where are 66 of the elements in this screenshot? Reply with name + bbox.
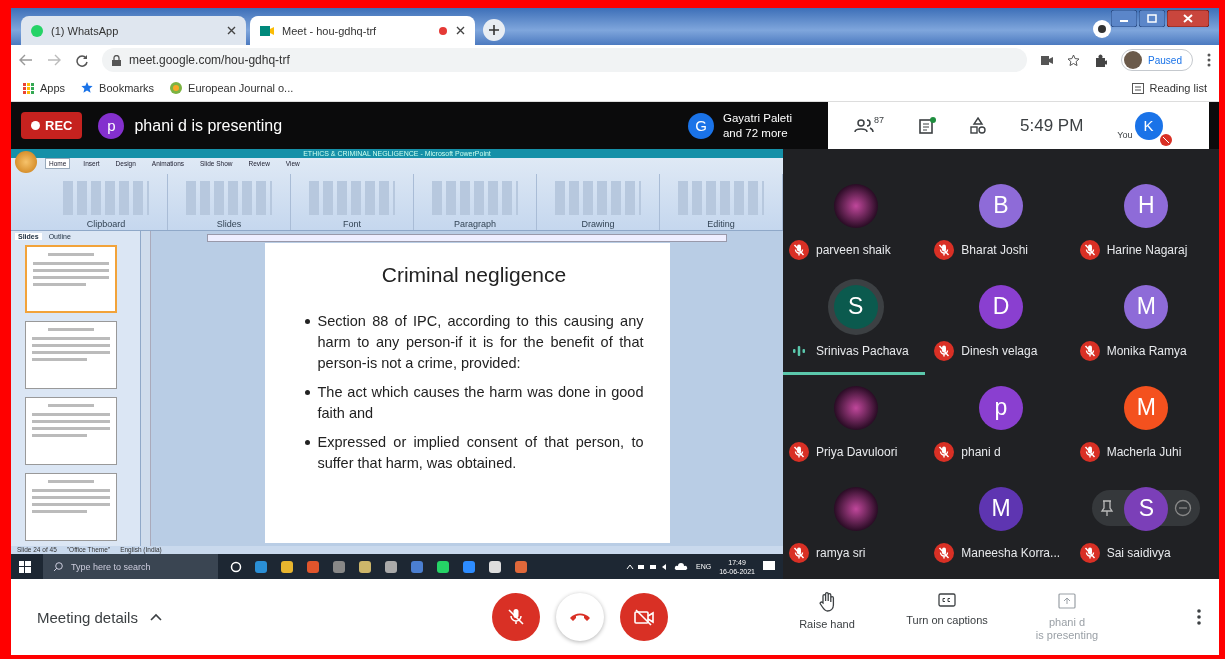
- ribbon-group-label: Editing: [707, 218, 735, 229]
- address-bar[interactable]: meet.google.com/hou-gdhq-trf: [102, 48, 1028, 72]
- participant-count: 87: [874, 114, 884, 125]
- profile-button[interactable]: Paused: [1121, 49, 1193, 71]
- reading-list-button[interactable]: Reading list: [1131, 82, 1207, 94]
- participant-tile[interactable]: Priya Davuloori: [783, 373, 929, 474]
- participant-tile[interactable]: S Srinivas Pachava: [783, 272, 929, 373]
- ribbon-group-label: Slides: [216, 218, 242, 229]
- participant-name: Sai saidivya: [1106, 545, 1171, 560]
- bullet-text: Expressed or implied consent of that person, to suffer that harm, was obtained.: [317, 432, 644, 473]
- participant-avatar: B: [979, 183, 1023, 228]
- you-label: You: [1117, 129, 1133, 140]
- bookmark[interactable]: Bookmarks: [81, 82, 155, 94]
- bullet-text: Section 88 of IPC, according to this causing any harm to any person-if it is for the benefit of that person-is not a crime, provided:: [317, 311, 644, 373]
- participant-name: Bharat Joshi: [961, 242, 1029, 257]
- participant-avatar: D: [979, 284, 1023, 329]
- participant-name: ramya sri: [816, 545, 866, 560]
- participant-name: Harine Nagaraj: [1106, 242, 1188, 257]
- ribbon-group-label: Drawing: [581, 218, 615, 229]
- participant-tile[interactable]: p phani d: [928, 373, 1074, 474]
- hand-button[interactable]: Raise hand: [768, 591, 886, 643]
- participant-tile[interactable]: B Bharat Joshi: [928, 171, 1074, 272]
- presenter-avatar: p: [98, 112, 125, 139]
- recording-badge: REC: [21, 112, 83, 139]
- bookmark[interactable]: Apps: [23, 82, 66, 94]
- participant-tile[interactable]: D Dinesh velaga: [928, 272, 1074, 373]
- participant-avatar: M: [1124, 284, 1169, 329]
- participant-avatar: H: [1124, 183, 1169, 228]
- presenting-text: phani d is presenting: [134, 116, 283, 135]
- participant-name: Dinesh velaga: [961, 343, 1038, 358]
- ribbon-group-label: Font: [343, 218, 361, 229]
- participant-tile[interactable]: M Maneesha Korra...: [928, 474, 1074, 575]
- participant-tile[interactable]: S Sai saidivya: [1073, 474, 1219, 575]
- slide-title: Criminal negligence: [380, 262, 568, 287]
- others-count: and 72 more: [722, 125, 789, 141]
- bullet-text: The act which causes the harm was done in good faith and: [317, 382, 644, 423]
- ribbon-group-label: Paragraph: [454, 218, 496, 229]
- participant-avatar: p: [979, 385, 1023, 430]
- meeting-details-button[interactable]: Meeting details: [37, 608, 492, 626]
- participant-name: phani d: [961, 444, 1001, 459]
- participant-avatar: S: [1124, 486, 1169, 531]
- participant-avatar: M: [979, 486, 1023, 531]
- participant-name: Gayatri Paleti: [722, 110, 792, 126]
- taskbar-search-field[interactable]: Type here to search: [43, 554, 218, 579]
- bookmark[interactable]: European Journal o...: [170, 82, 294, 94]
- url-text: meet.google.com/hou-gdhq-trf: [129, 53, 290, 67]
- browser-tab[interactable]: (1) WhatsApp: [21, 16, 246, 45]
- ribbon-group-label: Clipboard: [86, 218, 126, 229]
- browser-tab[interactable]: Meet - hou-gdhq-trf: [250, 16, 475, 45]
- self-avatar: K: [1134, 111, 1163, 140]
- captions-button[interactable]: Turn on captions: [888, 591, 1006, 643]
- participant-avatar: M: [1124, 385, 1169, 430]
- participant-name: Maneesha Korra...: [961, 545, 1061, 560]
- participant-tile[interactable]: parveen shaik: [783, 171, 929, 272]
- participant-tile[interactable]: M Macherla Juhi: [1073, 373, 1219, 474]
- participant-name: Monika Ramya: [1106, 343, 1187, 358]
- participant-tile[interactable]: H Harine Nagaraj: [1073, 171, 1219, 272]
- participant-avatar: G: [687, 112, 714, 139]
- participant-name: parveen shaik: [816, 242, 891, 257]
- participant-name: Priya Davuloori: [816, 444, 898, 459]
- search-placeholder: Type here to search: [71, 561, 151, 572]
- participant-tile[interactable]: M Monika Ramya: [1073, 272, 1219, 373]
- clock-time: 5:49 PM: [1020, 115, 1084, 136]
- participant-name: Macherla Juhi: [1106, 444, 1182, 459]
- participant-tile[interactable]: ramya sri: [783, 474, 929, 575]
- participant-name: Srinivas Pachava: [816, 343, 909, 358]
